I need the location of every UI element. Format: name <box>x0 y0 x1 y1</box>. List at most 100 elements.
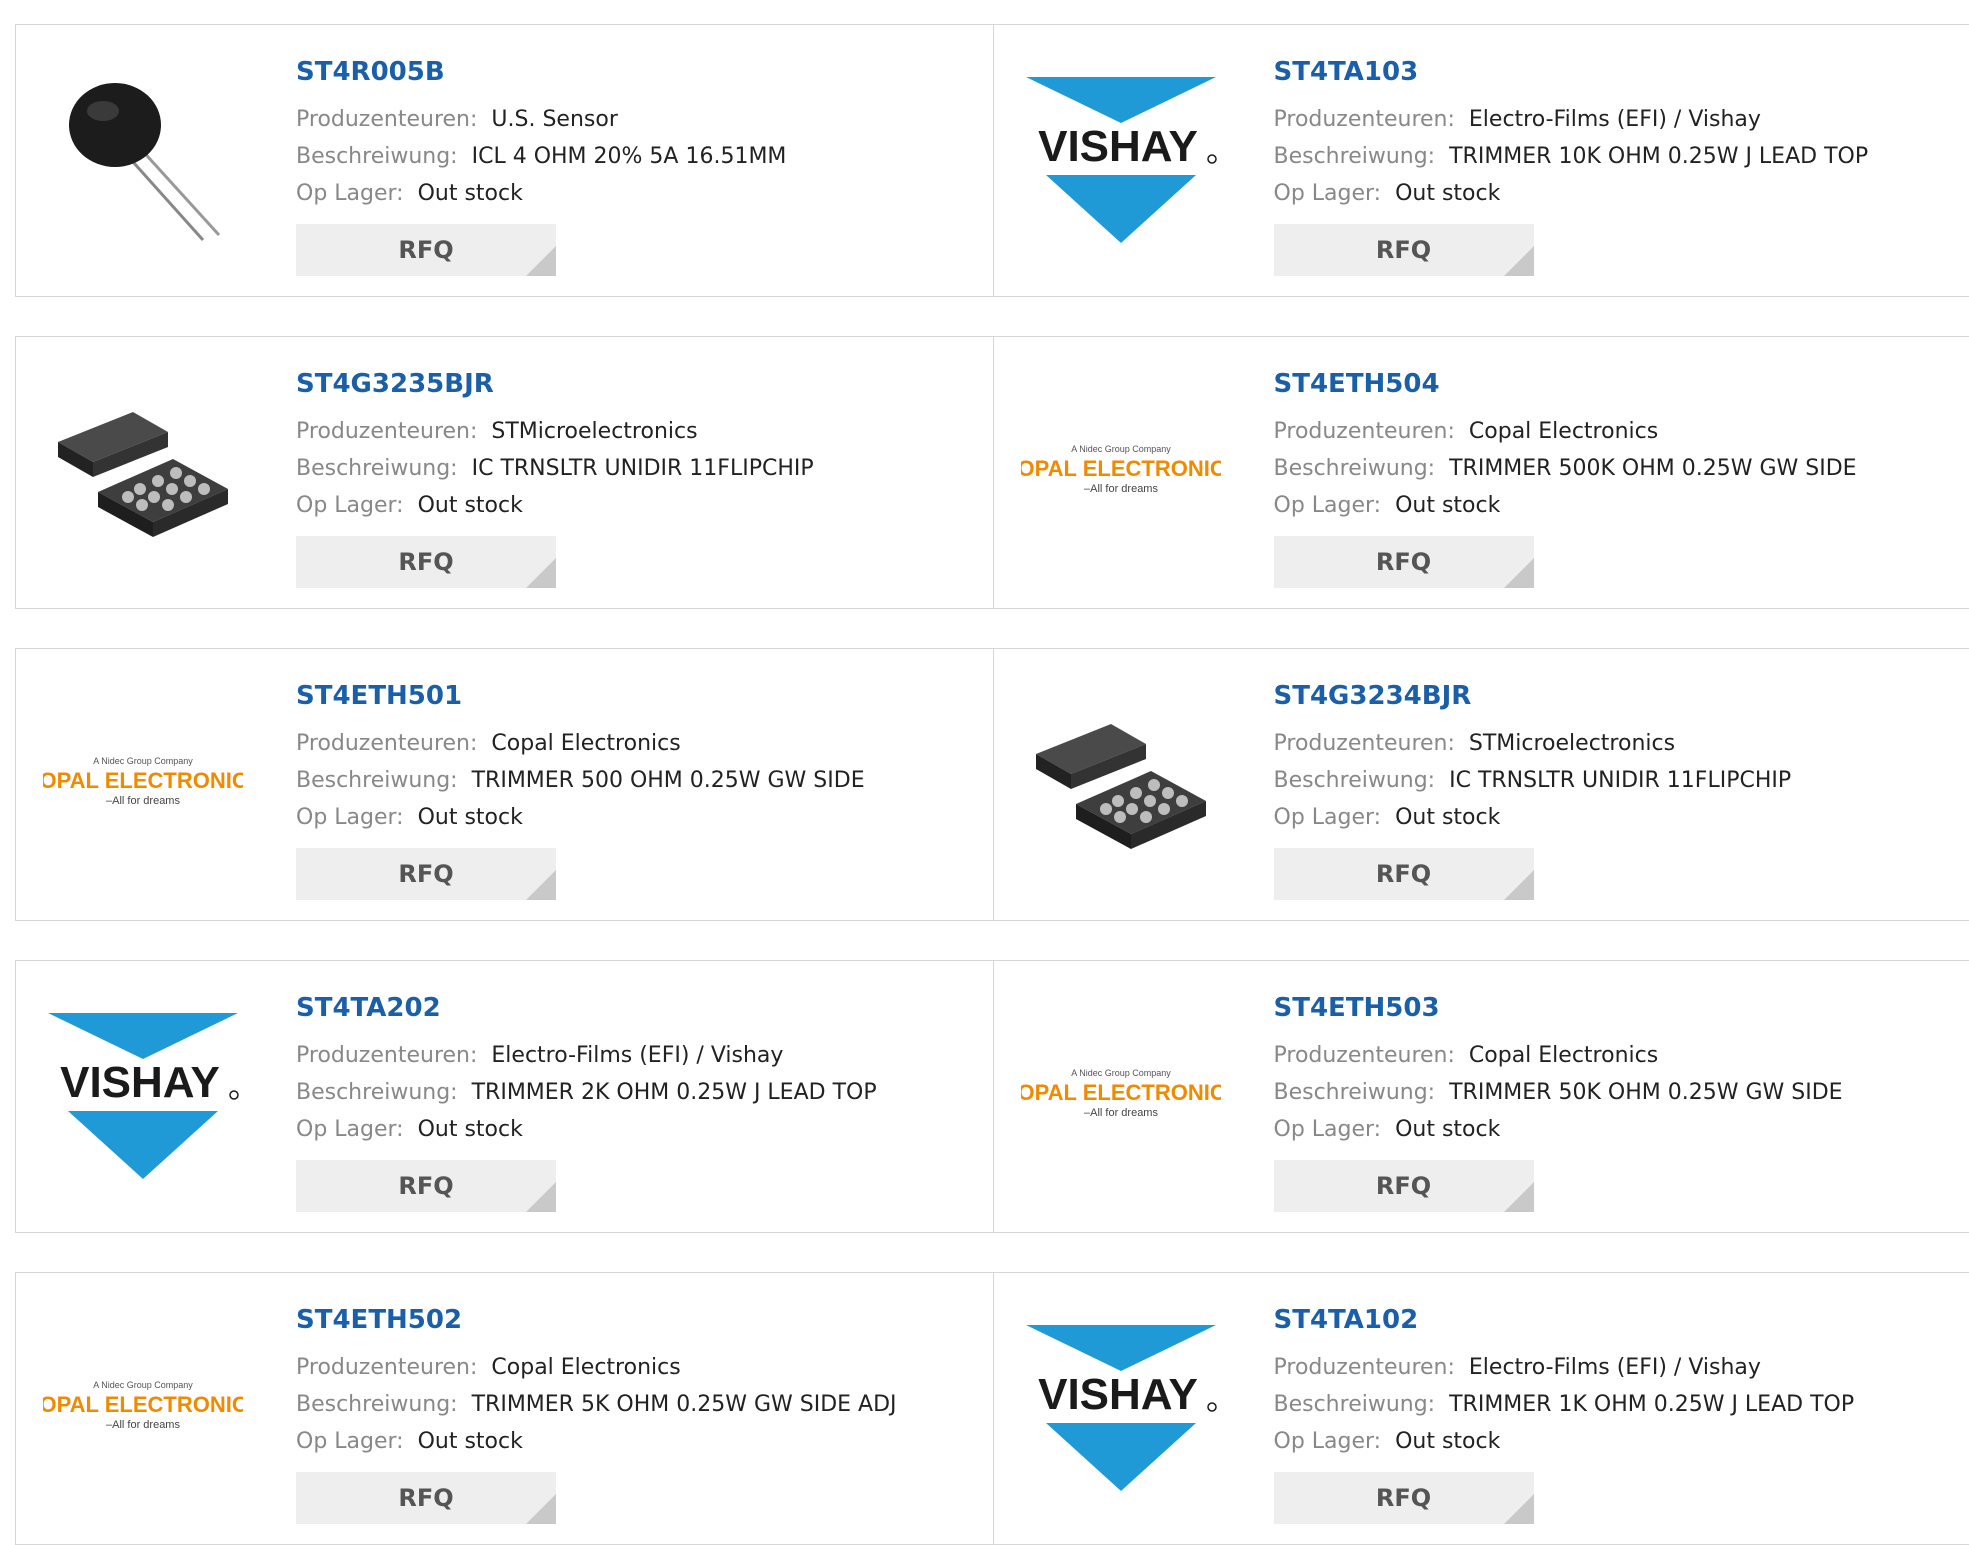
product-row: ST4R005B Produzenteuren:U.S. Sensor Besc… <box>15 24 1969 297</box>
product-image[interactable]: A Nidec Group Company COPAL ELECTRONICS … <box>1016 377 1226 567</box>
description-value: TRIMMER 10K OHM 0.25W J LEAD TOP <box>1449 144 1868 169</box>
rfq-label: RFQ <box>398 860 453 888</box>
rfq-button[interactable]: RFQ <box>1274 536 1534 588</box>
stock-line: Op Lager:Out stock <box>296 1423 897 1460</box>
rfq-button[interactable]: RFQ <box>296 848 556 900</box>
part-number-link[interactable]: ST4ETH504 <box>1274 367 1857 401</box>
rfq-button[interactable]: RFQ <box>296 224 556 276</box>
rfq-button[interactable]: RFQ <box>1274 1160 1534 1212</box>
manufacturer-value: Copal Electronics <box>1469 419 1658 444</box>
product-image[interactable] <box>1016 689 1226 879</box>
rfq-button[interactable]: RFQ <box>1274 224 1534 276</box>
part-number-link[interactable]: ST4R005B <box>296 55 786 89</box>
copal-logo: A Nidec Group Company COPAL ELECTRONICS … <box>1021 1066 1221 1126</box>
description-line: Beschreiwung:TRIMMER 500K OHM 0.25W GW S… <box>1274 450 1857 487</box>
description-label: Beschreiwung: <box>1274 1392 1436 1417</box>
stock-label: Op Lager: <box>296 1117 404 1142</box>
corner-fold-icon <box>526 246 556 276</box>
product-image[interactable]: VISHAY <box>1016 65 1226 255</box>
manufacturer-label: Produzenteuren: <box>1274 419 1455 444</box>
corner-fold-icon <box>526 870 556 900</box>
product-image[interactable] <box>38 377 248 567</box>
rfq-button[interactable]: RFQ <box>296 1160 556 1212</box>
part-number-link[interactable]: ST4ETH501 <box>296 679 865 713</box>
stock-label: Op Lager: <box>1274 181 1382 206</box>
copal-tag-text: –All for dreams <box>106 1419 180 1431</box>
description-label: Beschreiwung: <box>296 768 458 793</box>
product-image[interactable]: A Nidec Group Company COPAL ELECTRONICS … <box>1016 1001 1226 1191</box>
rfq-button[interactable]: RFQ <box>296 536 556 588</box>
manufacturer-line: Produzenteuren: Electro-Films (EFI) / Vis… <box>1274 101 1869 138</box>
stock-value: Out stock <box>1395 493 1500 518</box>
corner-fold-icon <box>1504 1494 1534 1524</box>
product-image[interactable]: VISHAY <box>38 1001 248 1191</box>
manufacturer-line: Produzenteuren:Electro-Films (EFI) / Vis… <box>296 1037 877 1074</box>
copal-main-text: COPAL ELECTRONICS <box>1021 456 1221 481</box>
description-value: ICL 4 OHM 20% 5A 16.51MM <box>472 144 787 169</box>
product-row: A Nidec Group Company COPAL ELECTRONICS … <box>15 1272 1969 1545</box>
stock-value: Out stock <box>418 805 523 830</box>
manufacturer-line: Produzenteuren:U.S. Sensor <box>296 101 786 138</box>
description-value: TRIMMER 1K OHM 0.25W J LEAD TOP <box>1449 1392 1854 1417</box>
vishay-logo: VISHAY <box>1016 75 1226 245</box>
manufacturer-line: Produzenteuren:Copal Electronics <box>296 1349 897 1386</box>
manufacturer-label: Produzenteuren: <box>296 731 477 756</box>
part-number-link[interactable]: ST4ETH502 <box>296 1303 897 1337</box>
description-line: Beschreiwung:IC TRNSLTR UNIDIR 11FLIPCHI… <box>1274 762 1792 799</box>
stock-label: Op Lager: <box>1274 493 1382 518</box>
product-card: A Nidec Group Company COPAL ELECTRONICS … <box>993 961 1969 1232</box>
corner-fold-icon <box>526 1182 556 1212</box>
stock-line: Op Lager:Out stock <box>1274 1423 1855 1460</box>
stock-label: Op Lager: <box>296 181 404 206</box>
vishay-wordmark: VISHAY <box>1038 1370 1198 1419</box>
copal-logo: A Nidec Group Company COPAL ELECTRONICS … <box>43 754 243 814</box>
part-number-link[interactable]: ST4TA202 <box>296 991 877 1025</box>
manufacturer-value: Copal Electronics <box>491 1355 680 1380</box>
manufacturer-value: Electro-Films (EFI) / Vishay <box>1469 107 1761 132</box>
manufacturer-label: Produzenteuren: <box>1274 731 1455 756</box>
copal-top-text: A Nidec Group Company <box>93 756 193 766</box>
description-label: Beschreiwung: <box>296 456 458 481</box>
manufacturer-value: Copal Electronics <box>491 731 680 756</box>
rfq-label: RFQ <box>398 1172 453 1200</box>
manufacturer-label: Produzenteuren: <box>1274 1043 1455 1068</box>
flipchip-image <box>48 397 238 547</box>
description-value: TRIMMER 50K OHM 0.25W GW SIDE <box>1449 1080 1842 1105</box>
product-info: ST4TA103 Produzenteuren: Electro-Films (E… <box>1274 55 1869 276</box>
product-card: VISHAY ST4TA103 Produzenteuren: Electro-F… <box>993 25 1969 296</box>
copal-top-text: A Nidec Group Company <box>93 1380 193 1390</box>
part-number-link[interactable]: ST4TA103 <box>1274 55 1869 89</box>
corner-fold-icon <box>1504 870 1534 900</box>
rfq-button[interactable]: RFQ <box>1274 848 1534 900</box>
vishay-wordmark: VISHAY <box>1038 122 1198 171</box>
corner-fold-icon <box>1504 1182 1534 1212</box>
stock-label: Op Lager: <box>1274 805 1382 830</box>
description-label: Beschreiwung: <box>1274 456 1436 481</box>
product-image[interactable]: VISHAY <box>1016 1313 1226 1503</box>
stock-value: Out stock <box>1395 805 1500 830</box>
stock-value: Out stock <box>1395 181 1500 206</box>
vishay-logo: VISHAY <box>1016 1323 1226 1493</box>
copal-logo: A Nidec Group Company COPAL ELECTRONICS … <box>43 1378 243 1438</box>
description-value: IC TRNSLTR UNIDIR 11FLIPCHIP <box>472 456 814 481</box>
stock-label: Op Lager: <box>296 1429 404 1454</box>
product-image[interactable]: A Nidec Group Company COPAL ELECTRONICS … <box>38 689 248 879</box>
corner-fold-icon <box>1504 558 1534 588</box>
description-label: Beschreiwung: <box>296 144 458 169</box>
product-image[interactable]: A Nidec Group Company COPAL ELECTRONICS … <box>38 1313 248 1503</box>
manufacturer-value: Copal Electronics <box>1469 1043 1658 1068</box>
product-info: ST4G3235BJR Produzenteuren:STMicroelectr… <box>296 367 814 588</box>
product-image[interactable] <box>38 65 248 255</box>
part-number-link[interactable]: ST4G3234BJR <box>1274 679 1792 713</box>
part-number-link[interactable]: ST4TA102 <box>1274 1303 1855 1337</box>
stock-label: Op Lager: <box>296 805 404 830</box>
copal-tag-text: –All for dreams <box>1084 1107 1158 1119</box>
description-line: Beschreiwung:TRIMMER 5K OHM 0.25W GW SID… <box>296 1386 897 1423</box>
part-number-link[interactable]: ST4G3235BJR <box>296 367 814 401</box>
stock-line: Op Lager:Out stock <box>1274 1111 1843 1148</box>
stock-label: Op Lager: <box>1274 1429 1382 1454</box>
rfq-button[interactable]: RFQ <box>1274 1472 1534 1524</box>
manufacturer-label: Produzenteuren: <box>1274 107 1455 132</box>
rfq-button[interactable]: RFQ <box>296 1472 556 1524</box>
part-number-link[interactable]: ST4ETH503 <box>1274 991 1843 1025</box>
